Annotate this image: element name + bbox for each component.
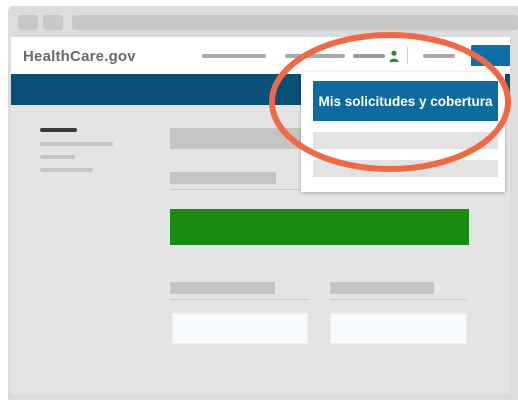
- sidebar-item[interactable]: [40, 168, 93, 172]
- primary-action-button[interactable]: [170, 209, 469, 245]
- form-input[interactable]: [330, 313, 467, 344]
- sidebar-item-active[interactable]: [40, 128, 77, 132]
- browser-window-control[interactable]: [18, 15, 38, 30]
- field-label-placeholder: [330, 282, 434, 294]
- account-menu-label-placeholder[interactable]: [353, 54, 385, 58]
- menu-item-placeholder[interactable]: [313, 132, 498, 149]
- sidebar-item[interactable]: [40, 142, 113, 146]
- nav-link-placeholder[interactable]: [285, 54, 345, 58]
- browser-window-control[interactable]: [43, 15, 63, 30]
- field-label-placeholder: [170, 282, 275, 294]
- form-input[interactable]: [172, 313, 308, 344]
- header-divider: [407, 47, 408, 64]
- site-header: HealthCare.gov: [11, 37, 510, 74]
- browser-address-bar[interactable]: [72, 15, 518, 30]
- sidebar-item[interactable]: [40, 155, 75, 159]
- section-heading-placeholder: [170, 172, 276, 184]
- field-divider: [170, 299, 308, 300]
- site-logo[interactable]: HealthCare.gov: [23, 48, 136, 65]
- nav-link-placeholder[interactable]: [423, 54, 455, 58]
- menu-item-my-applications-coverage[interactable]: Mis solicitudes y cobertura: [313, 81, 498, 121]
- page-title-placeholder: [170, 128, 310, 149]
- account-dropdown-menu: Mis solicitudes y cobertura: [301, 72, 505, 192]
- field-divider: [330, 299, 467, 300]
- header-action-button[interactable]: [471, 45, 510, 66]
- menu-item-placeholder[interactable]: [313, 160, 498, 177]
- nav-link-placeholder[interactable]: [202, 54, 266, 58]
- user-icon[interactable]: [389, 50, 399, 62]
